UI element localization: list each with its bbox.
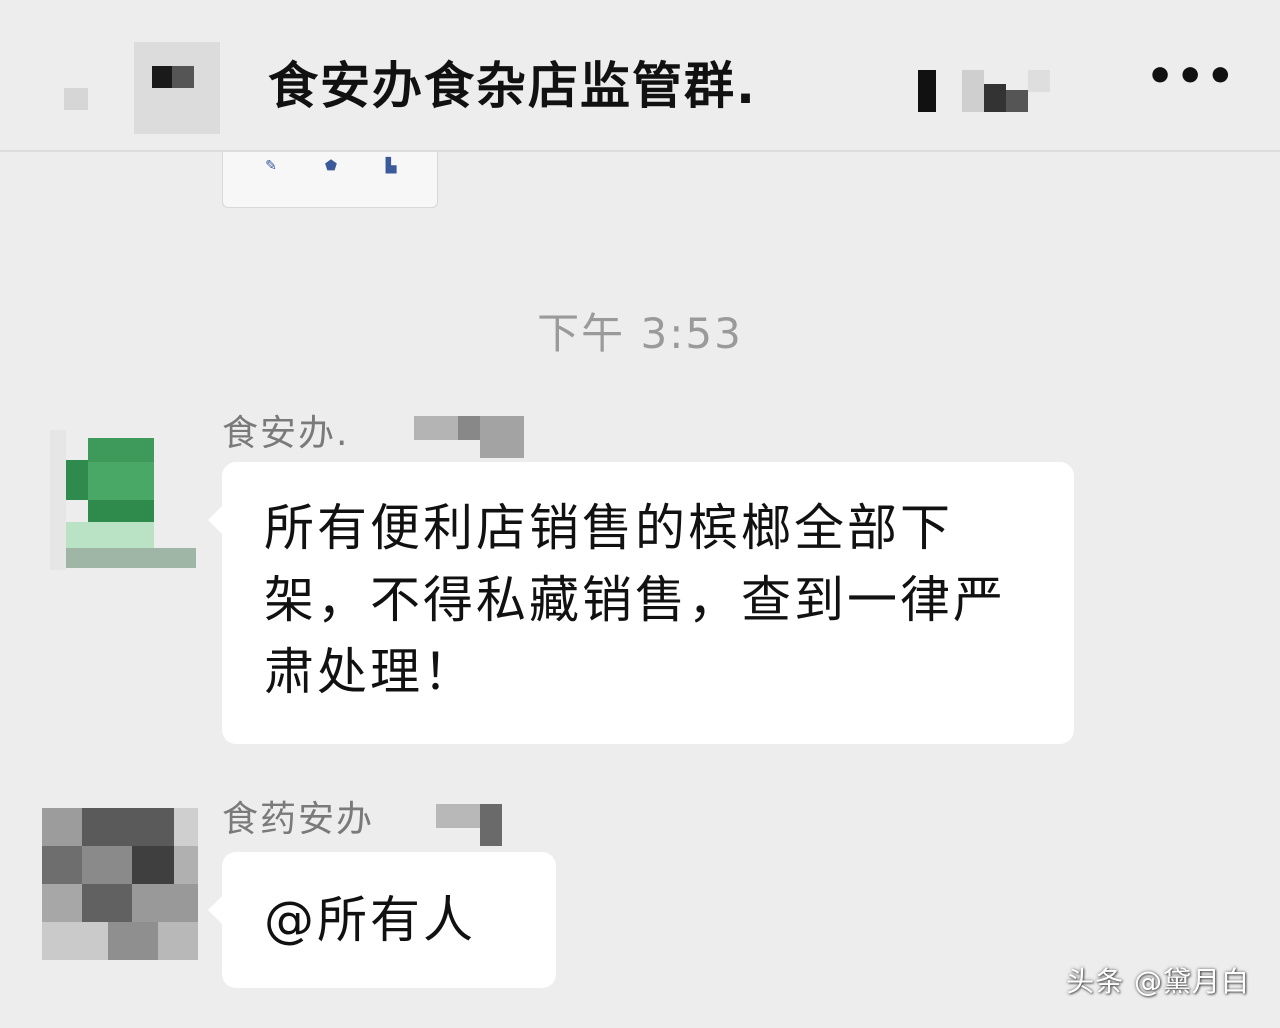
pixel-block <box>42 922 108 960</box>
message-bubble[interactable]: @所有人 <box>208 852 556 988</box>
more-dots-icon[interactable]: ••• <box>1146 54 1234 100</box>
pixel-block <box>66 522 154 548</box>
pixel-block <box>108 922 158 960</box>
message-timestamp: 下午 3:53 <box>537 309 743 358</box>
pixel-block <box>480 804 502 846</box>
sender-name: 食安办. <box>222 413 350 454</box>
pixel-block <box>88 500 154 522</box>
pixel-block <box>480 416 524 458</box>
message-text: @所有人 <box>264 891 476 949</box>
sender-name-redacted <box>414 416 524 458</box>
pixel-block <box>1006 90 1028 112</box>
pixel-block <box>42 808 82 846</box>
pixel-block <box>172 66 194 88</box>
pixel-block <box>158 922 198 960</box>
pixel-block <box>82 884 132 922</box>
shield-icon: ⬟ <box>324 158 338 174</box>
avatar[interactable] <box>42 808 198 960</box>
pixel-block <box>88 438 154 462</box>
chat-title: 食安办食杂店监管群. <box>268 57 757 115</box>
back-button[interactable] <box>64 42 220 134</box>
pixel-block <box>436 804 480 828</box>
pixel-block <box>962 70 984 112</box>
pixel-block <box>174 808 198 846</box>
pixel-block <box>152 66 172 88</box>
document-icon: ▙ <box>385 158 397 174</box>
pixel-block <box>64 88 88 110</box>
pixel-block <box>82 808 174 846</box>
chat-header: 食安办食杂店监管群. ••• <box>0 0 1280 152</box>
pixel-block <box>918 70 936 112</box>
pixel-block <box>42 846 82 884</box>
pixel-block <box>132 846 174 884</box>
member-count-redacted <box>916 66 1056 112</box>
pixel-block <box>50 430 66 570</box>
pixel-block <box>984 84 1006 112</box>
pixel-block <box>132 884 198 922</box>
pixel-block <box>42 884 82 922</box>
toolbar-item-edit[interactable]: ✎ <box>241 158 301 204</box>
pixel-block <box>66 460 88 500</box>
toolbar-item-document[interactable]: ▙ <box>361 158 421 204</box>
pencil-icon: ✎ <box>265 158 277 174</box>
pixel-block <box>66 548 196 568</box>
message-text: 所有便利店销售的槟榔全部下架，不得私藏销售，查到一律严肃处理！ <box>264 499 1006 701</box>
pixel-block <box>82 846 132 884</box>
pixel-block <box>134 42 220 134</box>
pixel-block <box>1028 70 1050 92</box>
sender-name-redacted <box>436 804 502 846</box>
pixel-block <box>414 416 458 440</box>
toolbar-item-shield[interactable]: ⬟ <box>301 158 361 204</box>
pixel-block <box>174 846 198 884</box>
group-toolbar: ✎ ⬟ ▙ <box>222 152 438 208</box>
pixel-block <box>88 462 154 500</box>
sender-name: 食药安办 <box>222 799 375 840</box>
watermark: 头条 @黛月白 <box>1066 965 1250 998</box>
avatar[interactable] <box>50 430 200 570</box>
pixel-block <box>458 416 480 440</box>
message-bubble[interactable]: 所有便利店销售的槟榔全部下架，不得私藏销售，查到一律严肃处理！ <box>208 462 1074 744</box>
